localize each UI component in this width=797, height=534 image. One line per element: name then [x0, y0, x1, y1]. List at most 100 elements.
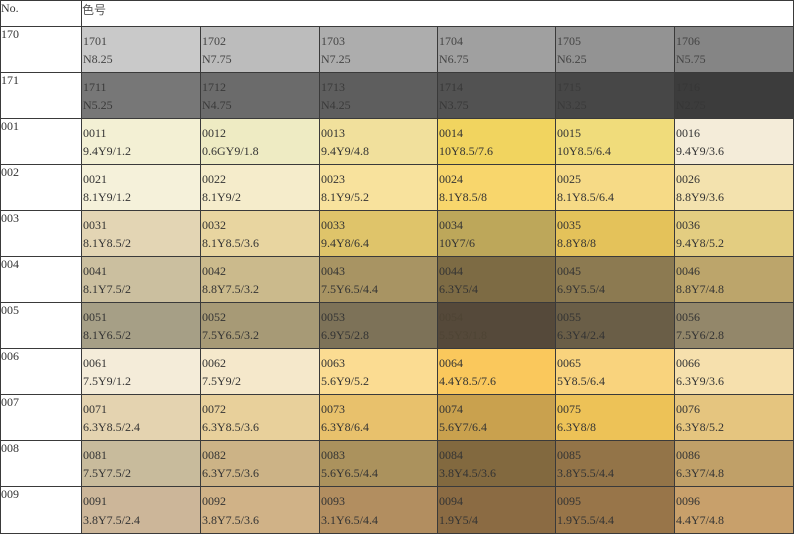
color-code: 0032 [202, 218, 226, 232]
color-code: 0065 [557, 356, 581, 370]
header-row: No. 色号 [0, 0, 794, 27]
color-swatch: 0064 4.4Y8.5/7.6 [437, 348, 556, 395]
color-code: 0051 [83, 310, 107, 324]
color-code: 0042 [202, 264, 226, 278]
munsell-value: 10Y8.5/7.6 [439, 144, 493, 158]
color-swatch: 1702 N7.75 [200, 26, 320, 73]
color-code: 0021 [83, 172, 107, 186]
munsell-value: 5.6Y7/6.4 [439, 420, 487, 434]
color-swatch: 1703 N7.25 [319, 26, 438, 73]
color-code: 1714 [439, 80, 463, 94]
color-swatch: 0095 1.9Y5.5/4.4 [555, 486, 675, 534]
color-code: 0034 [439, 218, 463, 232]
color-swatch: 0082 6.3Y7.5/3.6 [200, 440, 320, 487]
color-chart-table: No. 色号 170 1701 N8.25 1702 N7.75 1703 N7.25 170… [0, 0, 794, 534]
munsell-value: 6.3Y8/8 [557, 420, 596, 434]
color-code: 0011 [83, 126, 107, 140]
color-swatch: 0045 6.9Y5.5/4 [555, 256, 675, 303]
munsell-value: 6.3Y7.5/3.6 [202, 466, 259, 480]
color-code: 0073 [321, 402, 345, 416]
munsell-value: 1.9Y5/4 [439, 513, 478, 527]
color-swatch: 0024 8.1Y8.5/8 [437, 164, 556, 211]
munsell-value: 4.4Y8.5/7.6 [439, 374, 496, 388]
color-swatch: 1713 N4.25 [319, 72, 438, 119]
row-number: 002 [0, 164, 82, 211]
munsell-value: 5.6Y9/5.2 [321, 374, 369, 388]
color-swatch: 0015 10Y8.5/6.4 [555, 118, 675, 165]
color-swatch: 0054 5.5Y3/1.8 [437, 302, 556, 349]
color-swatch: 1706 N5.75 [674, 26, 794, 73]
color-code: 0052 [202, 310, 226, 324]
color-swatch: 1716 N2.75 [674, 72, 794, 119]
color-code: 0064 [439, 356, 463, 370]
color-code: 0054 [439, 310, 463, 324]
munsell-value: N3.75 [439, 98, 469, 112]
color-swatch: 0016 9.4Y9/3.6 [674, 118, 794, 165]
color-code: 0075 [557, 402, 581, 416]
color-code: 0031 [83, 218, 107, 232]
color-code: 0014 [439, 126, 463, 140]
color-code: 0015 [557, 126, 581, 140]
color-code: 0046 [676, 264, 700, 278]
color-swatch: 0092 3.8Y7.5/3.6 [200, 486, 320, 534]
color-swatch: 0023 8.1Y9/5.2 [319, 164, 438, 211]
color-code-header: 色号 [81, 0, 794, 27]
munsell-value: 5.5Y3/1.8 [439, 328, 487, 342]
munsell-value: 8.1Y8.5/2 [83, 236, 131, 250]
munsell-value: 5.6Y6.5/4.4 [321, 466, 378, 480]
munsell-value: 7.5Y7.5/2 [83, 466, 131, 480]
color-code: 1704 [439, 34, 463, 48]
color-swatch: 0052 7.5Y6.5/3.2 [200, 302, 320, 349]
color-code: 0071 [83, 402, 107, 416]
color-code: 1703 [321, 34, 345, 48]
row-number: 008 [0, 440, 82, 487]
color-code: 0033 [321, 218, 345, 232]
munsell-value: 8.1Y9/1.2 [83, 190, 131, 204]
color-row: 006 0061 7.5Y9/1.2 0062 7.5Y9/2 0063 5.6Y9/5.2… [0, 348, 794, 395]
munsell-value: N4.75 [202, 98, 232, 112]
munsell-value: 6.3Y4/2.4 [557, 328, 605, 342]
color-swatch: 0022 8.1Y9/2 [200, 164, 320, 211]
color-code: 0061 [83, 356, 107, 370]
color-swatch: 0065 5Y8.5/6.4 [555, 348, 675, 395]
color-row: 171 1711 N5.25 1712 N4.75 1713 N4.25 1714 N3.75 1… [0, 72, 794, 119]
munsell-value: 7.5Y6.5/3.2 [202, 328, 259, 342]
color-swatch: 0046 8.8Y7/4.8 [674, 256, 794, 303]
munsell-value: 9.4Y8/5.2 [676, 236, 724, 250]
color-swatch: 1701 N8.25 [81, 26, 201, 73]
color-swatch: 0051 8.1Y6.5/2 [81, 302, 201, 349]
color-code: 0025 [557, 172, 581, 186]
munsell-value: 6.9Y5/2.8 [321, 328, 369, 342]
color-code: 0055 [557, 310, 581, 324]
color-swatch: 0091 3.8Y7.5/2.4 [81, 486, 201, 534]
munsell-value: N4.25 [321, 98, 351, 112]
color-swatch: 0074 5.6Y7/6.4 [437, 394, 556, 441]
munsell-value: 10Y7/6 [439, 236, 475, 250]
color-swatch: 0031 8.1Y8.5/2 [81, 210, 201, 257]
munsell-value: N2.75 [676, 98, 706, 112]
color-swatch: 0083 5.6Y6.5/4.4 [319, 440, 438, 487]
color-code: 0016 [676, 126, 700, 140]
color-code: 0013 [321, 126, 345, 140]
munsell-value: 7.5Y9/1.2 [83, 374, 131, 388]
munsell-value: 8.1Y9/2 [202, 190, 241, 204]
color-code: 0062 [202, 356, 226, 370]
color-swatch: 0042 8.8Y7.5/3.2 [200, 256, 320, 303]
color-code: 0041 [83, 264, 107, 278]
row-number: 171 [0, 72, 82, 119]
munsell-value: N3.25 [557, 98, 587, 112]
munsell-value: 6.9Y5.5/4 [557, 282, 605, 296]
color-code: 0076 [676, 402, 700, 416]
munsell-value: 9.4Y9/4.8 [321, 144, 369, 158]
color-row: 008 0081 7.5Y7.5/2 0082 6.3Y7.5/3.6 0083 5.6Y6… [0, 440, 794, 487]
color-code: 1715 [557, 80, 581, 94]
munsell-value: 8.8Y9/3.6 [676, 190, 724, 204]
color-swatch: 0061 7.5Y9/1.2 [81, 348, 201, 395]
color-code: 0092 [202, 494, 226, 508]
color-code: 1713 [321, 80, 345, 94]
color-swatch: 1705 N6.25 [555, 26, 675, 73]
munsell-value: N6.25 [557, 52, 587, 66]
color-code: 0023 [321, 172, 345, 186]
color-swatch: 0084 3.8Y4.5/3.6 [437, 440, 556, 487]
color-code: 0024 [439, 172, 463, 186]
